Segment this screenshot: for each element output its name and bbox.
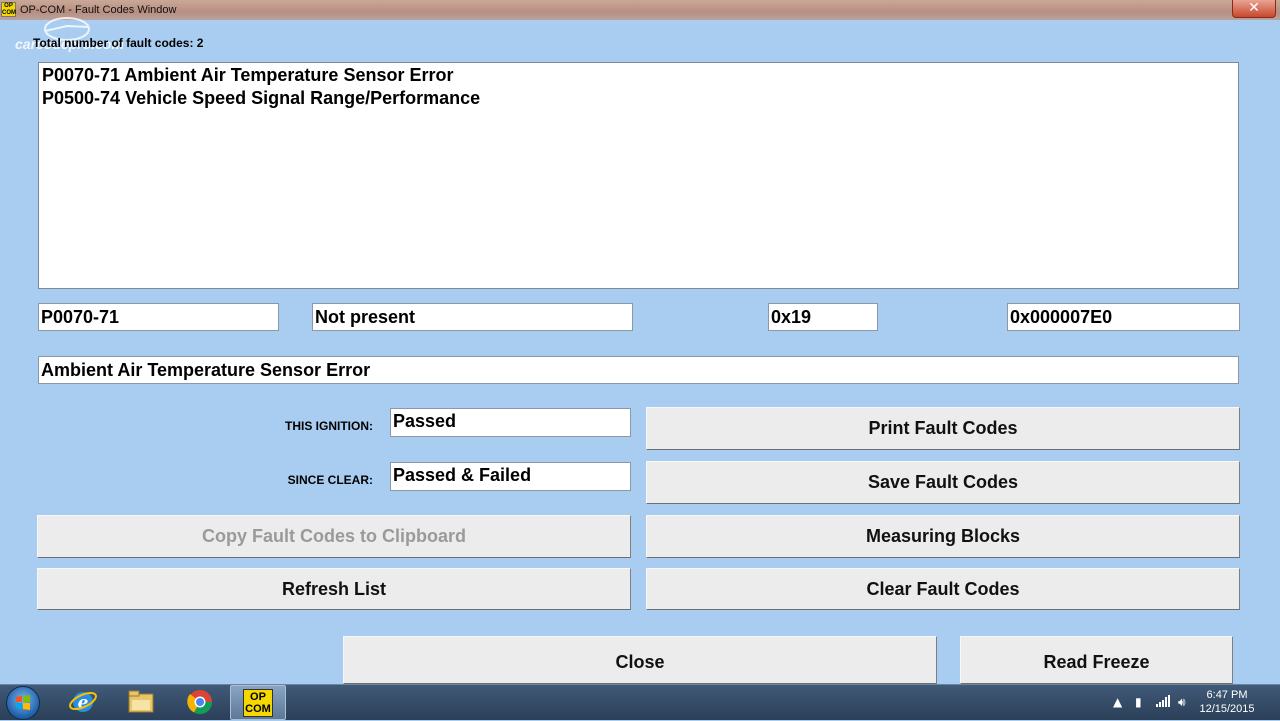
opcom-app-icon: OP COM: [1, 2, 16, 17]
refresh-list-button[interactable]: Refresh List: [37, 568, 631, 610]
fault-code-field[interactable]: P0070-71: [38, 303, 279, 331]
taskbar-clock[interactable]: 6:47 PM 12/15/2015: [1196, 688, 1258, 716]
address-field[interactable]: 0x000007E0: [1007, 303, 1240, 331]
this-ignition-field[interactable]: Passed: [390, 408, 631, 437]
internet-explorer-icon[interactable]: e: [68, 688, 98, 716]
since-clear-field[interactable]: Passed & Failed: [390, 462, 631, 491]
tray-overflow-icon[interactable]: ▲: [1113, 695, 1122, 709]
title-bar[interactable]: OP COM OP-COM - Fault Codes Window ✕: [0, 0, 1280, 20]
taskbar: e OP COM ▲ ▮ 🔊︎ 6:47 PM 12/15/2015: [0, 684, 1280, 720]
network-signal-icon[interactable]: [1156, 695, 1170, 710]
fault-description-field[interactable]: Ambient Air Temperature Sensor Error: [38, 356, 1239, 384]
total-fault-codes-label: Total number of fault codes: 2: [33, 36, 204, 50]
window-close-button[interactable]: ✕: [1232, 0, 1276, 18]
fault-status-field[interactable]: Not present: [312, 303, 633, 331]
close-button[interactable]: Close: [343, 636, 937, 684]
opcom-taskbar-button[interactable]: OP COM: [230, 685, 286, 720]
windows-logo-icon: [16, 695, 30, 710]
copy-to-clipboard-button[interactable]: Copy Fault Codes to Clipboard: [37, 515, 631, 558]
list-item[interactable]: P0070-71 Ambient Air Temperature Sensor …: [42, 64, 1235, 87]
file-explorer-icon[interactable]: [126, 688, 156, 716]
read-freeze-button[interactable]: Read Freeze: [960, 636, 1233, 684]
start-button[interactable]: [6, 686, 40, 720]
measuring-blocks-button[interactable]: Measuring Blocks: [646, 515, 1240, 558]
clock-date: 12/15/2015: [1199, 703, 1255, 715]
list-item[interactable]: P0500-74 Vehicle Speed Signal Range/Perf…: [42, 87, 1235, 110]
opcom-icon: OP COM: [243, 689, 273, 717]
clear-fault-codes-button[interactable]: Clear Fault Codes: [646, 568, 1240, 610]
hex-code-field[interactable]: 0x19: [768, 303, 878, 331]
since-clear-label: SINCE CLEAR:: [287, 473, 373, 487]
print-fault-codes-button[interactable]: Print Fault Codes: [646, 407, 1240, 450]
chrome-icon[interactable]: [185, 688, 215, 716]
battery-icon[interactable]: ▮: [1135, 695, 1142, 709]
fault-code-list[interactable]: P0070-71 Ambient Air Temperature Sensor …: [38, 62, 1239, 289]
clock-time: 6:47 PM: [1206, 689, 1248, 701]
save-fault-codes-button[interactable]: Save Fault Codes: [646, 461, 1240, 504]
this-ignition-label: THIS IGNITION:: [285, 419, 373, 433]
volume-icon[interactable]: 🔊︎: [1178, 695, 1186, 709]
